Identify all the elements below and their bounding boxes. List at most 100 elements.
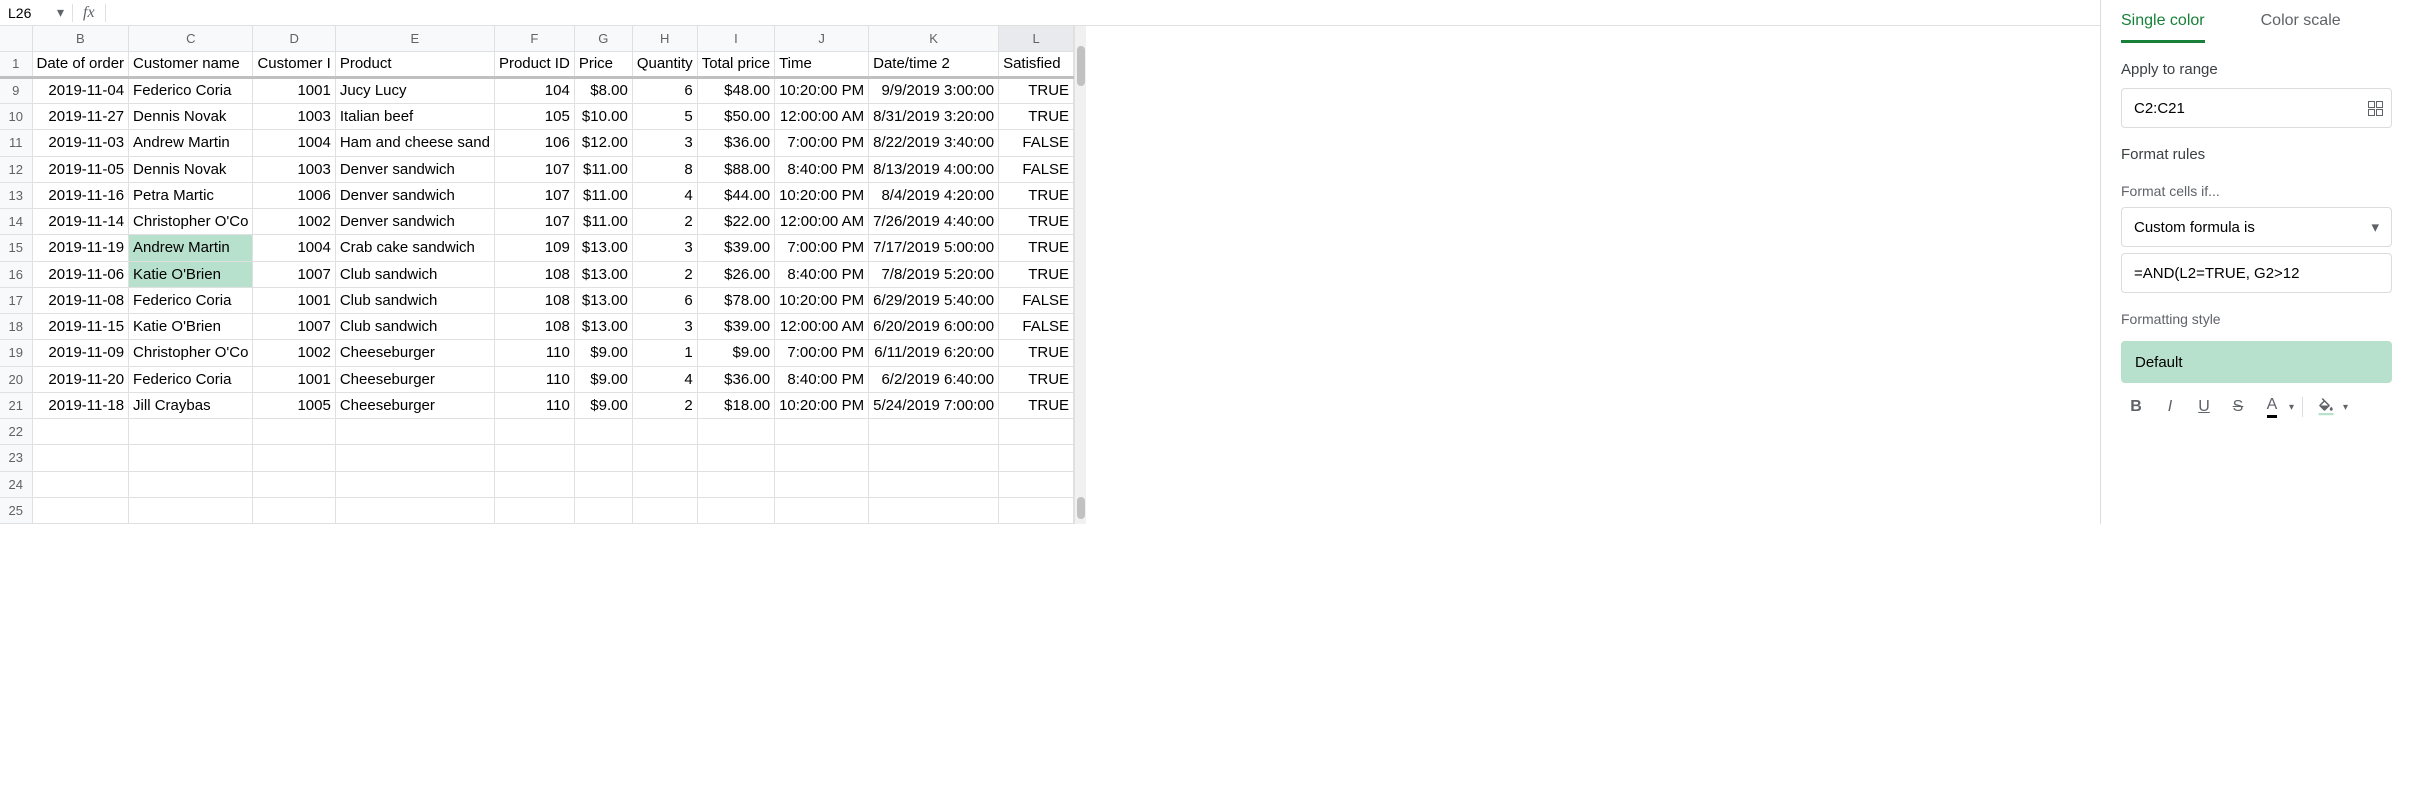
cell[interactable] <box>999 471 1074 497</box>
bold-button[interactable]: B <box>2121 393 2151 421</box>
header-cell[interactable]: Product ID <box>494 51 574 77</box>
cell[interactable]: Federico Coria <box>129 366 253 392</box>
row-header-19[interactable]: 19 <box>0 340 32 366</box>
cell[interactable] <box>574 497 632 523</box>
cell[interactable]: 8/4/2019 4:20:00 <box>869 182 999 208</box>
cell[interactable]: $36.00 <box>697 366 774 392</box>
cell[interactable] <box>335 497 494 523</box>
cell[interactable] <box>129 445 253 471</box>
cell[interactable] <box>999 419 1074 445</box>
cell[interactable]: 2019-11-03 <box>32 130 129 156</box>
cell[interactable]: Club sandwich <box>335 314 494 340</box>
cell[interactable]: 3 <box>632 235 697 261</box>
cell[interactable]: 110 <box>494 392 574 418</box>
cell[interactable] <box>999 497 1074 523</box>
cell[interactable]: Christopher O'Co <box>129 209 253 235</box>
cell[interactable] <box>32 445 129 471</box>
cell[interactable]: FALSE <box>999 130 1074 156</box>
header-cell[interactable]: Price <box>574 51 632 77</box>
cell[interactable]: $11.00 <box>574 209 632 235</box>
cell[interactable]: 1001 <box>253 77 335 103</box>
column-header-D[interactable]: D <box>253 26 335 51</box>
strikethrough-button[interactable]: S <box>2223 393 2253 421</box>
cell[interactable]: TRUE <box>999 340 1074 366</box>
cell[interactable] <box>253 497 335 523</box>
cell[interactable]: 10:20:00 PM <box>775 182 869 208</box>
cell[interactable]: 8:40:00 PM <box>775 366 869 392</box>
cell[interactable] <box>697 419 774 445</box>
cell[interactable]: 2019-11-27 <box>32 104 129 130</box>
cell[interactable]: 2 <box>632 209 697 235</box>
cell[interactable]: 2019-11-06 <box>32 261 129 287</box>
cell[interactable]: TRUE <box>999 77 1074 103</box>
cell[interactable]: 3 <box>632 314 697 340</box>
text-color-button[interactable]: A <box>2257 393 2287 421</box>
header-cell[interactable]: Customer name <box>129 51 253 77</box>
column-header-I[interactable]: I <box>697 26 774 51</box>
cell[interactable]: TRUE <box>999 209 1074 235</box>
name-box[interactable]: L26 ▾ <box>0 0 72 25</box>
cell[interactable]: 1007 <box>253 261 335 287</box>
cell[interactable] <box>253 471 335 497</box>
cell[interactable] <box>494 471 574 497</box>
cell[interactable]: Denver sandwich <box>335 182 494 208</box>
cell[interactable]: 7/17/2019 5:00:00 <box>869 235 999 261</box>
cell[interactable]: TRUE <box>999 104 1074 130</box>
cell[interactable]: $88.00 <box>697 156 774 182</box>
scrollbar-thumb[interactable] <box>1077 46 1085 86</box>
cell[interactable] <box>869 497 999 523</box>
cell[interactable]: 2019-11-15 <box>32 314 129 340</box>
cell[interactable]: FALSE <box>999 287 1074 313</box>
name-box-dropdown-icon[interactable]: ▾ <box>57 4 64 21</box>
cell[interactable]: $13.00 <box>574 261 632 287</box>
cell[interactable]: 1001 <box>253 366 335 392</box>
cell[interactable]: 8:40:00 PM <box>775 156 869 182</box>
cell[interactable]: TRUE <box>999 235 1074 261</box>
cell[interactable]: 1001 <box>253 287 335 313</box>
spreadsheet-grid[interactable]: BCDEFGHIJKL1Date of orderCustomer nameCu… <box>0 26 1074 524</box>
cell[interactable]: $48.00 <box>697 77 774 103</box>
row-header-21[interactable]: 21 <box>0 392 32 418</box>
cell[interactable]: 12:00:00 AM <box>775 104 869 130</box>
column-header-G[interactable]: G <box>574 26 632 51</box>
cell[interactable]: 2019-11-09 <box>32 340 129 366</box>
underline-button[interactable]: U <box>2189 393 2219 421</box>
cell[interactable] <box>253 419 335 445</box>
cell[interactable]: 1 <box>632 340 697 366</box>
cell[interactable]: 3 <box>632 130 697 156</box>
cell[interactable]: 8:40:00 PM <box>775 261 869 287</box>
cell[interactable]: TRUE <box>999 261 1074 287</box>
cell[interactable] <box>574 471 632 497</box>
cell[interactable]: Crab cake sandwich <box>335 235 494 261</box>
cell[interactable] <box>869 471 999 497</box>
cell[interactable] <box>775 497 869 523</box>
cell[interactable] <box>632 419 697 445</box>
cell[interactable]: 1007 <box>253 314 335 340</box>
select-all-corner[interactable] <box>0 26 32 51</box>
cell[interactable] <box>632 497 697 523</box>
tab-color-scale[interactable]: Color scale <box>2261 12 2341 43</box>
scrollbar-thumb[interactable] <box>1077 497 1085 519</box>
cell[interactable] <box>697 471 774 497</box>
cell[interactable] <box>775 471 869 497</box>
cell[interactable]: Cheeseburger <box>335 340 494 366</box>
cell[interactable]: Jill Craybas <box>129 392 253 418</box>
cell[interactable]: 7/8/2019 5:20:00 <box>869 261 999 287</box>
cell[interactable]: 6/11/2019 6:20:00 <box>869 340 999 366</box>
column-header-J[interactable]: J <box>775 26 869 51</box>
cell[interactable] <box>32 471 129 497</box>
cell[interactable] <box>494 497 574 523</box>
cell[interactable] <box>999 445 1074 471</box>
cell[interactable]: Andrew Martin <box>129 130 253 156</box>
column-header-E[interactable]: E <box>335 26 494 51</box>
row-header-9[interactable]: 9 <box>0 77 32 103</box>
cell[interactable] <box>494 419 574 445</box>
cell[interactable]: Christopher O'Co <box>129 340 253 366</box>
cell[interactable]: 2019-11-19 <box>32 235 129 261</box>
row-header-23[interactable]: 23 <box>0 445 32 471</box>
cell[interactable]: $50.00 <box>697 104 774 130</box>
cell[interactable]: 12:00:00 AM <box>775 209 869 235</box>
cell[interactable]: 7:00:00 PM <box>775 235 869 261</box>
cell[interactable] <box>632 471 697 497</box>
cell[interactable]: Club sandwich <box>335 261 494 287</box>
